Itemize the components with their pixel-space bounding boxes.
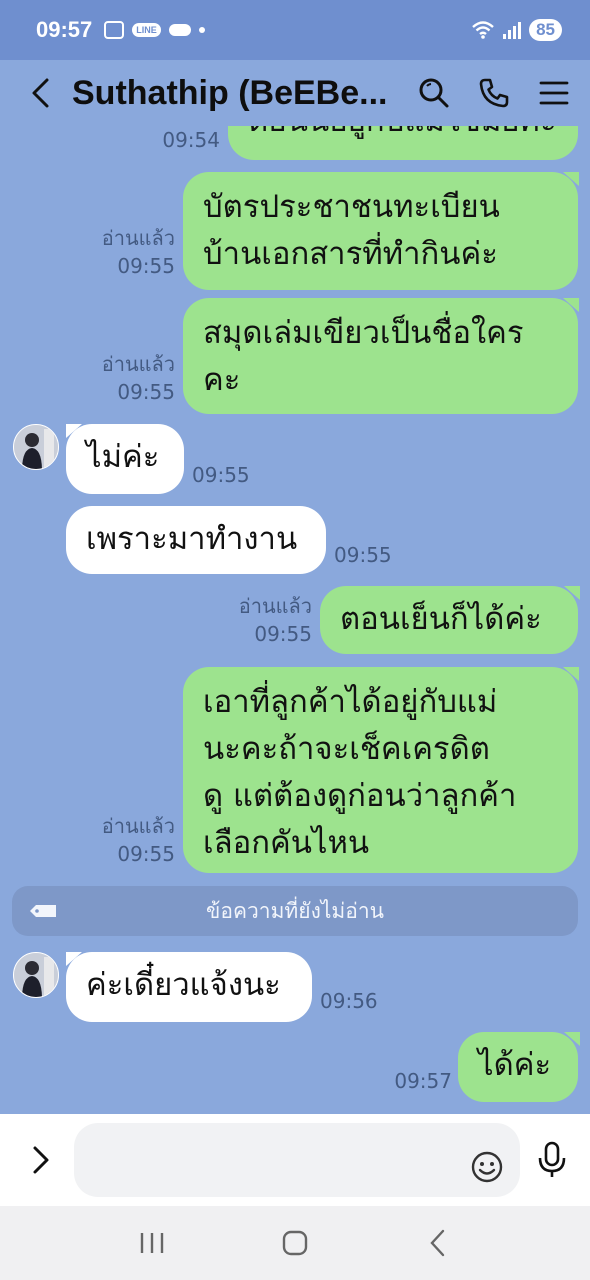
recent-apps-button[interactable] [132, 1223, 172, 1263]
menu-button[interactable] [538, 77, 570, 109]
message-line: ดู แต่ต้องดูก่อนว่าลูกค้า [203, 778, 517, 814]
more-notifications-icon [198, 27, 205, 33]
message-outgoing[interactable]: บัตรประชาชนทะเบียน บ้านเอกสารที่ทำกินค่ะ [183, 172, 578, 290]
system-back-button[interactable] [418, 1223, 458, 1263]
message-time: 09:56 [320, 989, 378, 1013]
voice-button[interactable] [532, 1137, 572, 1183]
message-incoming[interactable]: ค่ะเดี๋ยวแจ้งนะ [66, 952, 312, 1022]
message-time: 09:55 [117, 254, 175, 278]
message-time: 09:54 [162, 128, 220, 152]
contact-avatar[interactable] [13, 952, 59, 998]
search-button[interactable] [418, 77, 450, 109]
message-text: ตอนนี้อยู่กับแม่ใช่มั้ยคะ [228, 126, 578, 160]
read-receipt: อ่านแล้ว [101, 352, 175, 376]
message-composer [0, 1114, 590, 1206]
message-outgoing[interactable]: ตอนนี้อยู่กับแม่ใช่มั้ยคะ [228, 126, 578, 160]
read-receipt: อ่านแล้ว [238, 594, 312, 618]
avatar-image [14, 425, 58, 469]
message-outgoing[interactable]: ตอนเย็นก็ได้ค่ะ [320, 586, 578, 654]
message-time: 09:55 [117, 380, 175, 404]
message-line: สมุดเล่มเขียวเป็นชื่อใคร [203, 315, 524, 351]
status-time: 09:57 [36, 17, 93, 42]
message-input[interactable] [74, 1123, 520, 1197]
message-line: นะคะถ้าจะเช็คเครดิต [203, 731, 490, 767]
chevron-right-icon [33, 1146, 49, 1174]
message-text: ตอนเย็นก็ได้ค่ะ [320, 586, 578, 654]
back-icon [32, 78, 49, 108]
emoji-icon[interactable] [470, 1150, 504, 1184]
expand-button[interactable] [18, 1137, 64, 1183]
message-text: ได้ค่ะ [458, 1032, 578, 1102]
back-button[interactable] [20, 71, 60, 115]
message-line: บัตรประชาชนทะเบียน [203, 189, 500, 225]
message-bubble: บัตรประชาชนทะเบียน บ้านเอกสารที่ทำกินค่ะ [183, 172, 578, 290]
unread-divider-label: ข้อความที่ยังไม่อ่าน [205, 898, 384, 923]
message-line: เอาที่ลูกค้าได้อยู่กับแม่ [203, 684, 498, 720]
read-receipt: อ่านแล้ว [101, 814, 175, 838]
screenshot-icon [104, 21, 125, 39]
tag-icon [30, 905, 56, 917]
chat-header: Suthathip (BeEBe... [0, 60, 590, 126]
message-incoming[interactable]: เพราะมาทำงาน [66, 506, 326, 574]
search-icon [419, 78, 449, 108]
recent-apps-icon [140, 1233, 163, 1253]
message-status: อ่านแล้ว 09:55 [85, 812, 175, 868]
chat-title[interactable]: Suthathip (BeEBe... [72, 74, 392, 113]
signal-icon [503, 21, 522, 39]
system-nav-bar [0, 1206, 590, 1280]
message-text: ค่ะเดี๋ยวแจ้งนะ [66, 952, 312, 1022]
message-line: คะ [203, 362, 241, 398]
message-outgoing[interactable]: สมุดเล่มเขียวเป็นชื่อใคร คะ [183, 298, 578, 414]
message-status: อ่านแล้ว 09:55 [85, 224, 175, 280]
message-status: อ่านแล้ว 09:55 [222, 592, 312, 648]
message-incoming[interactable]: ไม่ค่ะ [66, 424, 184, 494]
message-time: 09:55 [334, 543, 392, 567]
battery-badge: 85 [529, 19, 562, 41]
message-text: เพราะมาทำงาน [66, 506, 326, 574]
cloud-icon [168, 24, 191, 36]
line-app-icon: LINE [132, 23, 161, 37]
message-time: 09:55 [117, 842, 175, 866]
message-time: 09:55 [254, 622, 312, 646]
message-line: เลือกคันไหน [203, 825, 370, 861]
notification-icons: LINE [104, 21, 205, 39]
message-outgoing[interactable]: ได้ค่ะ [458, 1032, 578, 1102]
microphone-icon [538, 1141, 566, 1177]
home-icon [282, 1230, 308, 1256]
home-button[interactable] [275, 1223, 315, 1263]
message-bubble: เอาที่ลูกค้าได้อยู่กับแม่ นะคะถ้าจะเช็คเ… [183, 667, 578, 873]
call-button[interactable] [478, 77, 510, 109]
avatar-image [14, 953, 58, 997]
message-outgoing[interactable]: เอาที่ลูกค้าได้อยู่กับแม่ นะคะถ้าจะเช็คเ… [183, 667, 578, 873]
menu-icon [539, 81, 569, 105]
status-bar: 09:57 LINE 85 [0, 0, 590, 60]
wifi-icon [472, 21, 494, 39]
message-status: อ่านแล้ว 09:55 [85, 350, 175, 406]
message-time: 09:55 [192, 463, 250, 487]
message-bubble: สมุดเล่มเขียวเป็นชื่อใคร คะ [183, 298, 578, 414]
phone-icon [479, 78, 509, 108]
message-line: บ้านเอกสารที่ทำกินค่ะ [203, 236, 498, 272]
message-time: 09:57 [394, 1069, 452, 1093]
chat-messages[interactable]: ตอนนี้อยู่กับแม่ใช่มั้ยคะ 09:54 บัตรประช… [0, 126, 590, 1114]
read-receipt: อ่านแล้ว [101, 226, 175, 250]
message-text: ไม่ค่ะ [66, 424, 184, 494]
system-back-icon [430, 1229, 445, 1257]
contact-avatar[interactable] [13, 424, 59, 470]
unread-divider: ข้อความที่ยังไม่อ่าน [12, 886, 578, 936]
